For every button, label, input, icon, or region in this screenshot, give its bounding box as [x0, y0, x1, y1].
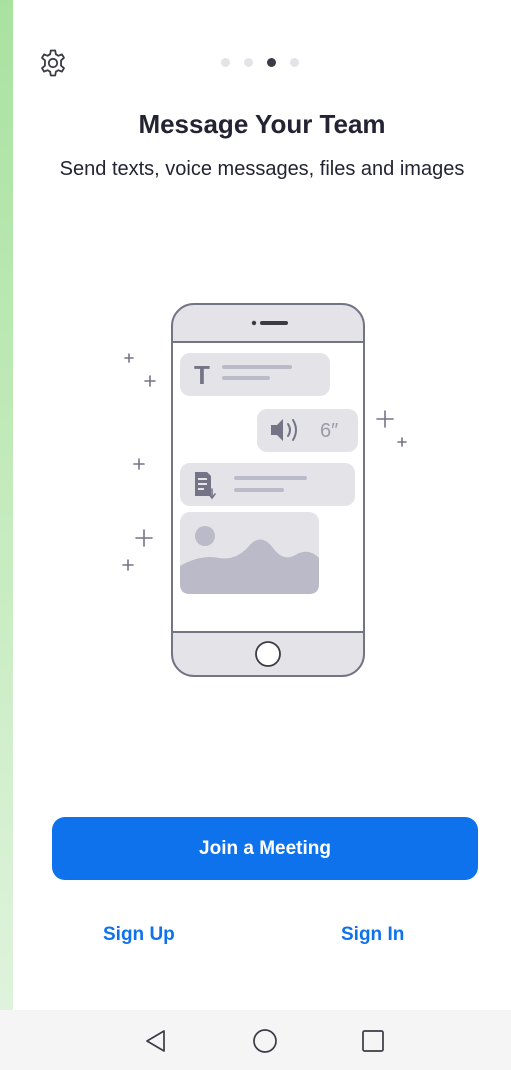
page-subtitle: Send texts, voice messages, files and im…: [59, 158, 465, 180]
sign-in-link[interactable]: Sign In: [341, 924, 404, 946]
circle-home-icon: [253, 1029, 277, 1053]
settings-button[interactable]: [37, 47, 69, 79]
nav-recents-button[interactable]: [358, 1026, 388, 1056]
sign-up-link[interactable]: Sign Up: [103, 924, 175, 946]
system-navigation-bar: [0, 1010, 511, 1070]
gear-icon: [41, 49, 65, 77]
side-edge-strip: [0, 0, 13, 1010]
voice-message-bubble: 6″: [257, 409, 358, 452]
voice-duration-label: 6″: [320, 420, 338, 442]
triangle-back-icon: [146, 1030, 165, 1052]
nav-home-button[interactable]: [250, 1026, 280, 1056]
page-dot-3-active: [267, 57, 276, 67]
messaging-illustration: T 6″: [122, 303, 407, 677]
text-message-bubble: T: [180, 353, 330, 396]
page-title: Message Your Team: [138, 109, 386, 139]
file-message-bubble: [180, 463, 355, 506]
square-recents-icon: [362, 1030, 384, 1052]
join-meeting-button[interactable]: Join a Meeting: [52, 817, 478, 880]
page-dot-1: [221, 57, 230, 67]
text-bubble-glyph: T: [194, 360, 210, 390]
page-indicator: [221, 57, 299, 67]
onboarding-screen: Message Your Team Send texts, voice mess…: [13, 0, 511, 1070]
page-dot-4: [290, 57, 299, 67]
page-dot-2: [244, 57, 253, 67]
nav-back-button[interactable]: [141, 1026, 171, 1056]
image-message-bubble: [180, 512, 319, 594]
